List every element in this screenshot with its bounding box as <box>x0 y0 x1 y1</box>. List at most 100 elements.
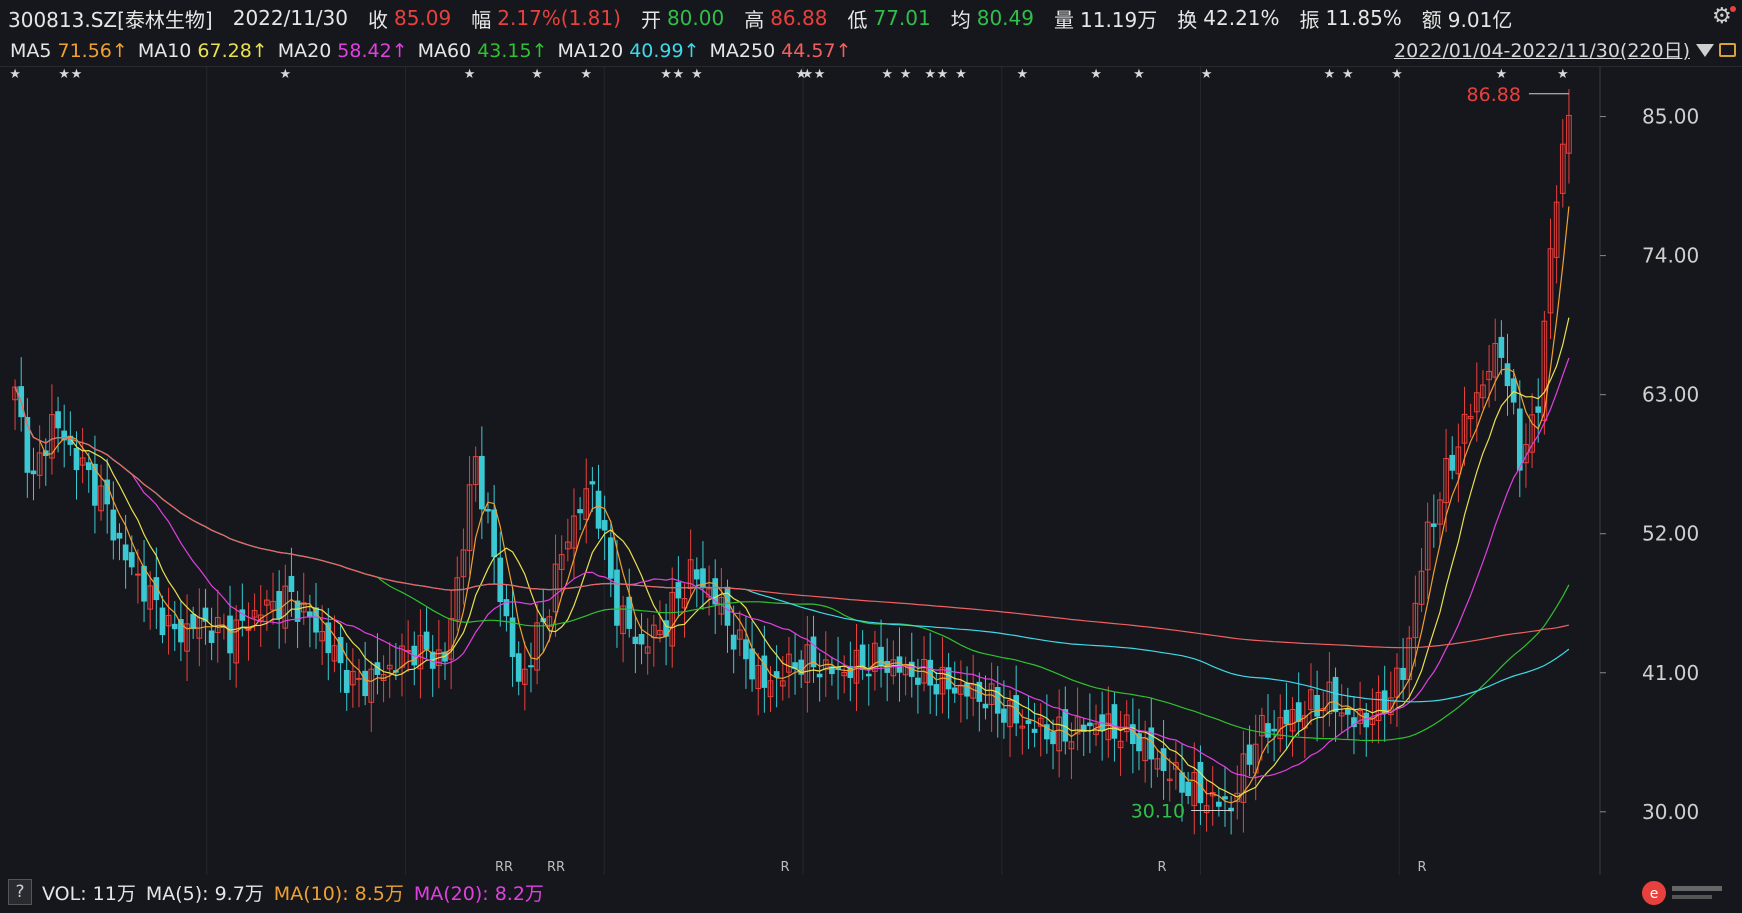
candle-body <box>743 639 749 660</box>
candle-body <box>313 607 319 633</box>
change-label: 幅 <box>471 7 492 32</box>
candle-body <box>135 573 141 576</box>
candle-body <box>276 591 282 619</box>
event-star-icon: ★ <box>660 67 672 82</box>
candle-body <box>362 670 368 697</box>
close-value: 85.09 <box>394 6 452 30</box>
quote-date: 2022/11/30 <box>232 6 348 30</box>
candle-body <box>128 552 135 568</box>
vol-ma10: MA(10): 8.5万 <box>273 882 404 905</box>
event-star-icon: ★ <box>1016 67 1028 82</box>
brand-logo-icon: e <box>1642 881 1722 905</box>
ma10-value: 67.28↑ <box>197 40 268 62</box>
bottom-mark: RR <box>495 860 513 875</box>
candle-body <box>730 634 737 650</box>
candle-body <box>1344 708 1351 715</box>
candle-body <box>122 544 129 561</box>
amp-value: 11.85% <box>1325 6 1402 30</box>
candle-body <box>1400 667 1406 680</box>
event-star-icon: ★ <box>1201 67 1213 82</box>
candle-body <box>1430 523 1437 527</box>
event-star-icon: ★ <box>900 67 912 82</box>
candle-body <box>1535 406 1542 413</box>
y-tick-label: 30.00 <box>1642 800 1699 824</box>
event-star-icon: ★ <box>1391 67 1403 82</box>
event-star-icon: ★ <box>955 67 967 82</box>
lock-icon[interactable] <box>1719 43 1736 57</box>
vol-ma20: MA(20): 8.2万 <box>413 882 544 905</box>
candle-body <box>528 665 534 668</box>
candle-body <box>356 677 362 680</box>
candle-body <box>479 455 485 510</box>
avg-label: 均 <box>950 7 971 32</box>
candlestick-chart[interactable]: 85.00 74.00 63.00 52.00 41.00 30.00 86.88 30.10… <box>0 66 1742 875</box>
candle-body <box>589 481 596 485</box>
candle-body <box>1246 744 1253 765</box>
event-star-icon: ★ <box>279 67 291 82</box>
bottom-mark: R <box>780 860 789 875</box>
candle-body <box>1332 676 1339 713</box>
candle-body <box>307 611 313 618</box>
candle-body <box>638 634 645 645</box>
change-value: 2.17%(1.81) <box>497 6 621 30</box>
candle-body <box>485 508 491 512</box>
candle-body <box>509 617 516 657</box>
ma120-value: 40.99↑ <box>629 40 700 62</box>
event-star-icon: ★ <box>814 67 826 82</box>
candle-body <box>73 447 80 471</box>
candle-body <box>30 470 37 475</box>
candle-body <box>110 509 117 541</box>
candle-body <box>933 684 940 695</box>
candle-body <box>1271 728 1277 732</box>
event-star-icon: ★ <box>1324 67 1336 82</box>
stock-code: 300813.SZ[泰林生物] <box>8 7 213 32</box>
candle-body <box>1295 702 1302 722</box>
turn-label: 换 <box>1177 7 1198 32</box>
candle-body <box>915 677 921 685</box>
volume-legend: ? VOL: 11万 MA(5): 9.7万 MA(10): 8.5万 MA(2… <box>0 875 1742 909</box>
y-tick-label: 63.00 <box>1642 383 1699 407</box>
amt-label: 额 <box>1421 7 1442 32</box>
candle-body <box>675 582 682 599</box>
open-label: 开 <box>640 7 661 32</box>
y-tick-label: 52.00 <box>1642 522 1699 546</box>
candle-body <box>227 615 233 654</box>
ma5-name: MA5 <box>10 40 52 62</box>
candle-body <box>1510 378 1517 403</box>
candle-body <box>865 673 872 677</box>
ma20-name: MA20 <box>277 40 332 62</box>
help-icon[interactable]: ? <box>8 879 32 905</box>
candle-body <box>982 703 989 709</box>
candle-body <box>632 636 639 645</box>
candle-body <box>171 623 178 630</box>
ma120-name: MA120 <box>557 40 624 62</box>
candle-body <box>1050 731 1056 745</box>
candle-body <box>816 673 823 678</box>
ma250-value: 44.57↑ <box>781 40 852 62</box>
candle-body <box>1031 728 1038 733</box>
vol-value: 11.19万 <box>1080 7 1158 32</box>
candle-body <box>85 462 92 471</box>
event-star-icon: ★ <box>691 67 703 82</box>
candle-body <box>1197 761 1204 804</box>
candle-body <box>1381 690 1388 714</box>
event-star-icon: ★ <box>1557 67 1569 82</box>
candle-body <box>577 509 583 514</box>
vol-text: VOL: 11万 <box>42 882 136 905</box>
event-star-icon: ★ <box>937 67 949 82</box>
candle-body <box>951 687 958 694</box>
date-range-selector[interactable]: 2022/01/04-2022/11/30(220日) <box>1394 36 1690 66</box>
candle-body <box>208 630 215 643</box>
candle-body <box>288 575 295 593</box>
candle-body <box>626 596 633 629</box>
y-tick-label: 85.00 <box>1642 105 1699 129</box>
event-star-icon: ★ <box>1133 67 1145 82</box>
dropdown-triangle-icon[interactable] <box>1696 44 1714 57</box>
y-tick-label: 74.00 <box>1642 244 1699 268</box>
candle-body <box>595 490 602 529</box>
candle-body <box>1160 748 1167 771</box>
candle-body <box>601 520 608 531</box>
candle-body <box>614 569 620 626</box>
ma250-name: MA250 <box>709 40 776 62</box>
candle-body <box>55 411 61 429</box>
